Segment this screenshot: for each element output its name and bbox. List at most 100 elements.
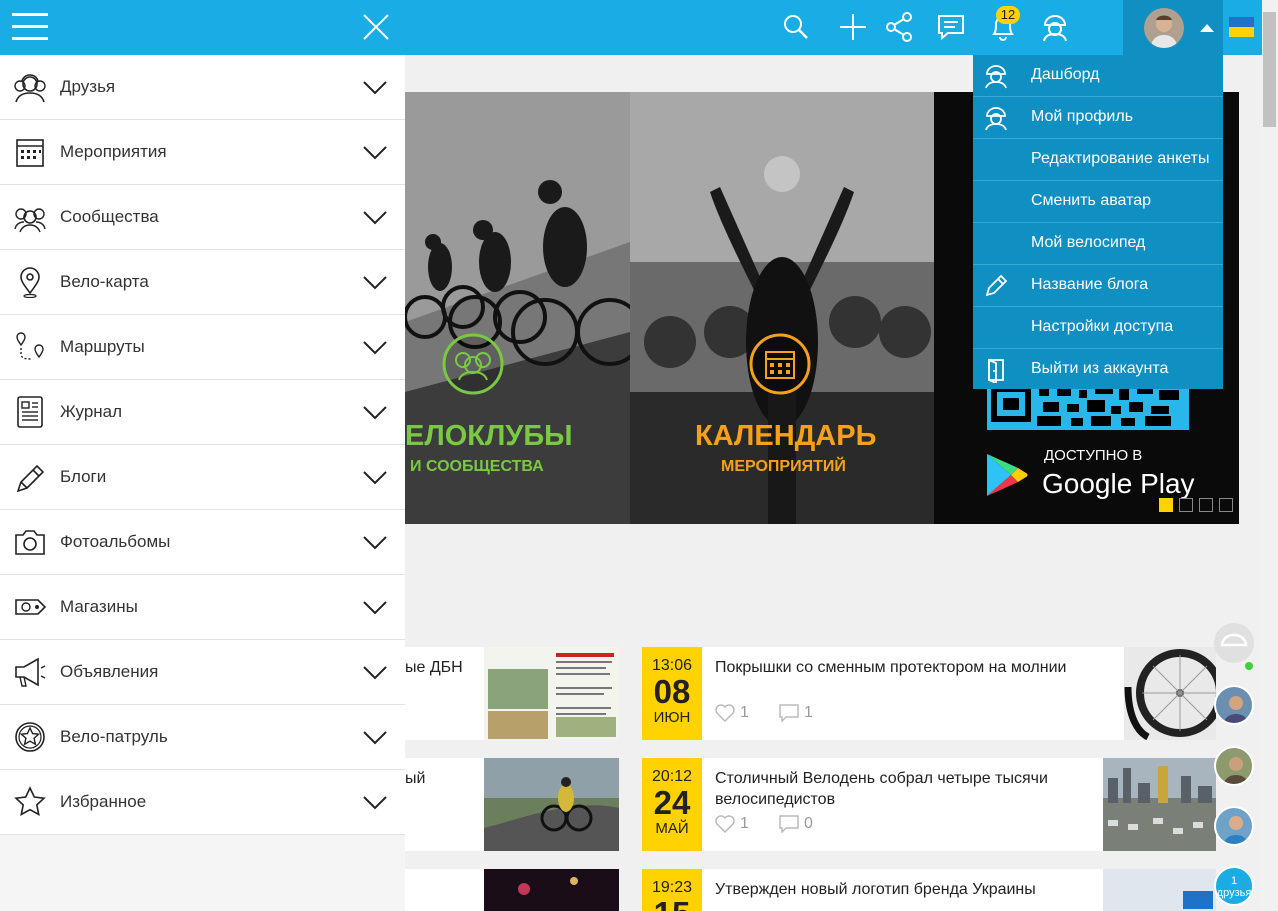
friends-count: 1 [1230,875,1238,887]
news-card-2[interactable]: 20:12 24 МАЙ Столичный Велодень собрал ч… [642,758,1216,851]
user-menu-item-change-avatar[interactable]: Сменить аватар [973,181,1223,223]
chevron-down-icon[interactable] [362,467,388,487]
slider-dot-4[interactable] [1219,498,1233,512]
news-likes-1[interactable]: 1 [715,704,749,722]
heart-icon [715,704,735,722]
news-day-2: 24 [653,784,691,821]
chevron-down-icon[interactable] [362,207,388,227]
language-flag-ukraine[interactable] [1229,17,1254,37]
sidebar-item-label: Друзья [60,77,116,96]
sidebar-header [0,0,405,55]
user-menu-toggle[interactable] [1123,0,1223,55]
user-menu-label: Настройки доступа [1031,318,1174,335]
sidebar-item-bike-map[interactable]: Вело-карта [0,250,405,315]
hero-panel-clubs[interactable]: ЕЛОКЛУБЫ И СООБЩЕСТВА [405,92,630,524]
chevron-down-icon[interactable] [362,77,388,97]
user-menu-item-blog-name[interactable]: Название блога [973,265,1223,307]
news-thumbnail-night [484,869,619,911]
sidebar-item-favorites[interactable]: Избранное [0,770,405,835]
news-title-left-1: ые ДБН [405,659,463,676]
sidebar-item-ads[interactable]: Объявления [0,640,405,705]
slider-dot-2[interactable] [1179,498,1193,512]
cyclist-helmet-icon[interactable] [1038,10,1072,44]
chevron-down-icon[interactable] [362,662,388,682]
user-menu-label: Выйти из аккаунта [1031,360,1169,377]
sidebar-item-routes[interactable]: Маршруты [0,315,405,380]
friend-avatar-2[interactable] [1214,685,1254,725]
chevron-down-icon[interactable] [362,532,388,552]
news-title-1[interactable]: Покрышки со сменным протектором на молни… [715,657,1115,678]
chevron-down-icon[interactable] [362,337,388,357]
user-menu-label: Сменить аватар [1031,192,1152,209]
messages-icon[interactable] [934,10,968,44]
search-icon[interactable] [779,10,813,44]
friend-avatar-4[interactable] [1214,806,1254,846]
sidebar-item-photo-albums[interactable]: Фотоальбомы [0,510,405,575]
sidebar-item-shops[interactable]: Магазины [0,575,405,640]
sidebar-item-bike-patrol[interactable]: Вело-патруль [0,705,405,770]
news-card-left-3[interactable] [405,869,619,911]
map-pin-icon [20,267,40,298]
news-title-3[interactable]: Утвержден новый логотип бренда Украины [715,879,1115,900]
sidebar-item-journal[interactable]: Журнал [0,380,405,445]
slider-dot-3[interactable] [1199,498,1213,512]
user-menu-item-my-bike[interactable]: Мой велосипед [973,223,1223,265]
helmet-icon [985,65,1007,89]
news-title-2[interactable]: Столичный Велодень собрал четыре тысячи … [715,768,1075,810]
journal-icon [17,396,43,428]
news-card-left-2[interactable]: ый [405,758,619,851]
page-scrollbar-track[interactable] [1262,0,1278,911]
calendar-icon [16,139,44,167]
news-thumbnail-dbn [484,647,619,740]
user-menu-item-profile[interactable]: Мой профиль [973,97,1223,139]
helmet-icon [985,107,1007,131]
news-card-1[interactable]: 13:06 08 ИЮН Покрышки со сменным протект… [642,647,1216,740]
news-thumbnail-tire [1124,647,1216,740]
news-likes-2[interactable]: 1 [715,815,749,833]
chevron-down-icon[interactable] [362,597,388,617]
sidebar-item-label: Избранное [60,792,147,811]
news-card-left-1[interactable]: ые ДБН [405,647,619,740]
hero-subtitle-calendar: МЕРОПРИЯТИЙ [721,458,846,475]
sidebar-item-label: Мероприятия [60,142,167,161]
hero-title-clubs: ЕЛОКЛУБЫ [405,420,573,452]
user-menu-item-edit-profile[interactable]: Редактирование анкеты [973,139,1223,181]
news-day-1: 08 [653,673,691,710]
friend-avatar-3[interactable] [1214,746,1254,786]
plus-icon[interactable] [836,10,870,44]
shop-tag-icon [15,599,47,615]
news-card-3[interactable]: 19:23 15 Утвержден новый логотип бренда … [642,869,1216,911]
friends-count-badge[interactable]: 1 друзья [1214,866,1254,906]
news-likes-count-2: 1 [740,815,749,832]
close-icon[interactable] [362,13,390,41]
news-month-1: ИЮН [653,709,691,726]
news-comments-2[interactable]: 0 [779,815,813,833]
share-icon[interactable] [882,10,916,44]
friend-avatar-helmet[interactable] [1214,623,1254,663]
avatar [1144,7,1184,48]
star-badge-icon [15,722,45,752]
sidebar-item-blogs[interactable]: Блоги [0,445,405,510]
route-icon [16,332,44,360]
chevron-down-icon[interactable] [362,727,388,747]
chevron-down-icon[interactable] [362,792,388,812]
hero-panel-calendar[interactable]: КАЛЕНДАРЬ МЕРОПРИЯТИЙ [630,92,934,524]
hamburger-menu-icon[interactable] [12,13,50,41]
slider-dot-1[interactable] [1159,498,1173,512]
user-menu-label: Мой профиль [1031,108,1134,125]
camera-icon [15,530,45,555]
chevron-down-icon[interactable] [362,142,388,162]
chevron-down-icon[interactable] [362,272,388,292]
user-menu-label: Редактирование анкеты [1031,150,1210,167]
sidebar-item-communities[interactable]: Сообщества [0,185,405,250]
sidebar-item-friends[interactable]: Друзья [0,55,405,120]
user-menu-item-dashboard[interactable]: Дашборд [973,55,1223,97]
user-menu-item-logout[interactable]: Выйти из аккаунта [973,349,1223,391]
sidebar-item-events[interactable]: Мероприятия [0,120,405,185]
news-comments-1[interactable]: 1 [779,704,813,722]
google-play-icon [987,454,1028,496]
friends-label: друзья [1216,887,1252,899]
page-scrollbar-thumb[interactable] [1263,12,1276,127]
user-menu-item-access-settings[interactable]: Настройки доступа [973,307,1223,349]
chevron-down-icon[interactable] [362,402,388,422]
